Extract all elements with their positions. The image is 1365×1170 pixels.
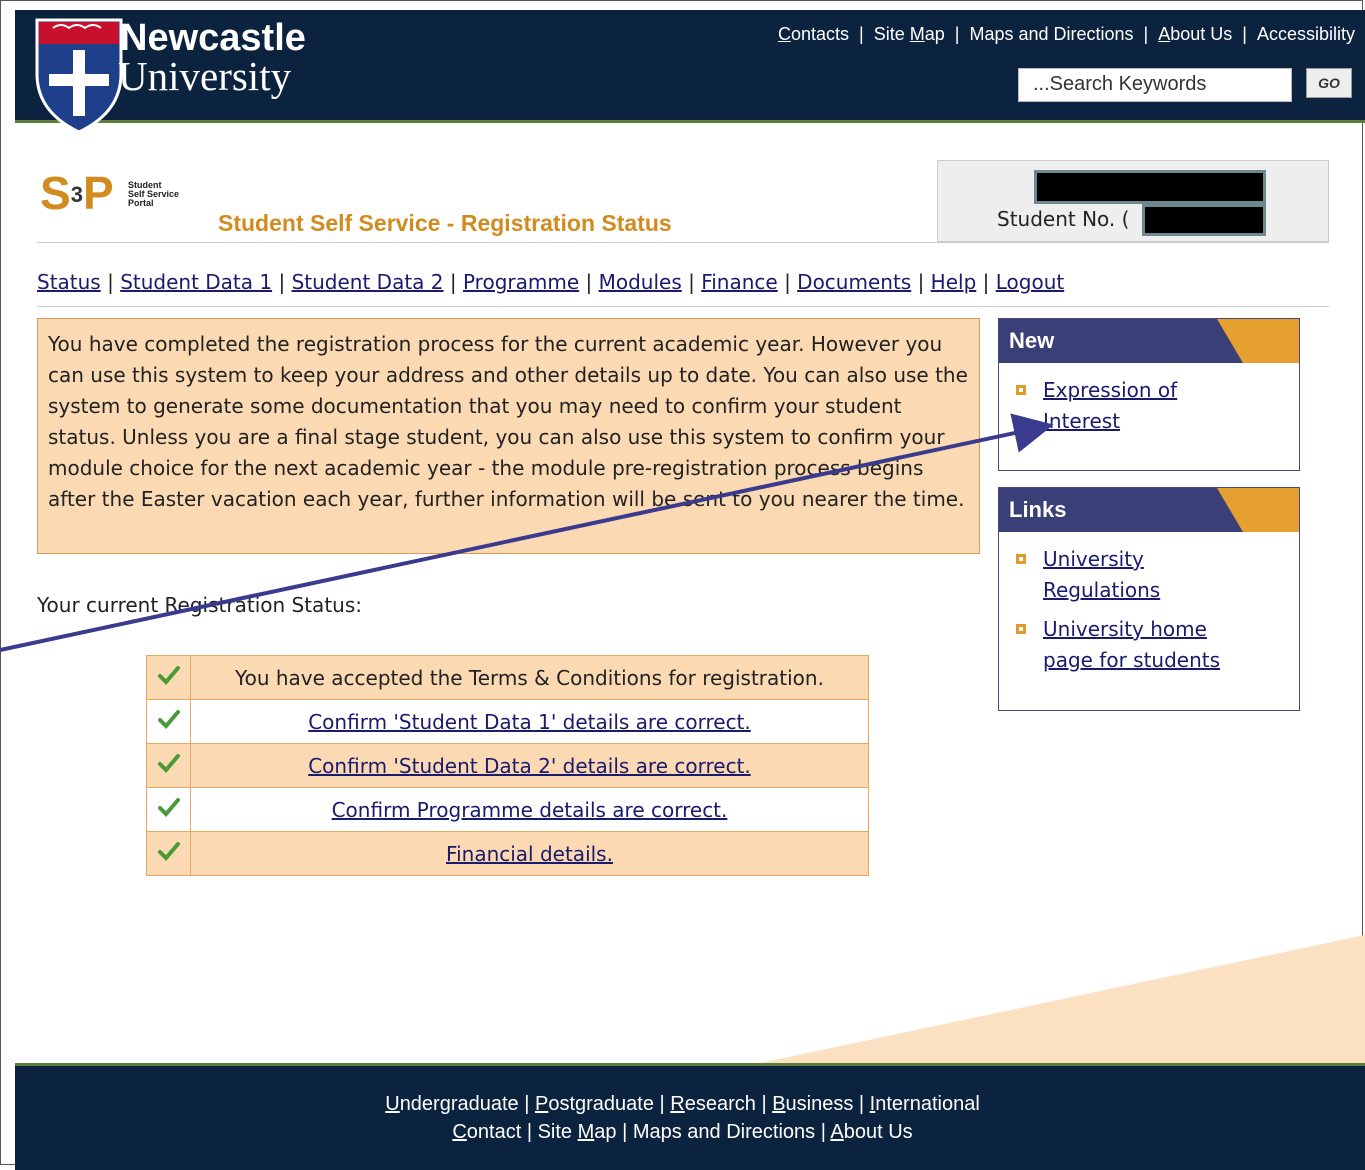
status-row: You have accepted the Terms & Conditions… [146, 655, 869, 700]
nav-programme[interactable]: Programme [463, 270, 579, 294]
check-icon [146, 699, 191, 744]
check-icon [146, 655, 191, 700]
top-link-site-map[interactable]: Site Map [874, 24, 945, 44]
top-links: Contacts | Site Map | Maps and Directions | Ab… [777, 24, 1355, 44]
redacted-student-number [1142, 204, 1266, 236]
sidebar-item: University home page for students [1016, 614, 1299, 676]
top-link-maps-directions[interactable]: Maps and Directions [969, 24, 1133, 44]
university-crest-icon[interactable] [33, 16, 125, 134]
bullet-icon [1016, 624, 1026, 634]
redacted-student-name [1034, 170, 1266, 204]
s3p-logo: S3P [40, 167, 114, 219]
sidebar-links-title: Links [1009, 497, 1067, 522]
sidebar-links: Links University Regulations University … [998, 487, 1300, 711]
confirm-programme-link[interactable]: Confirm Programme details are correct. [332, 798, 728, 822]
sidebar-item: Expression of Interest [1016, 375, 1299, 437]
site-footer: Undergraduate | Postgraduate | Research … [15, 1063, 1365, 1170]
footer-link-undergraduate[interactable]: Undergraduate [385, 1093, 518, 1115]
nav-modules[interactable]: Modules [599, 270, 682, 294]
footer-link-about-us[interactable]: About Us [830, 1121, 912, 1143]
registration-status-label: Your current Registration Status: [37, 593, 362, 617]
nav-help[interactable]: Help [931, 270, 977, 294]
bullet-icon [1016, 385, 1026, 395]
divider [37, 242, 1329, 243]
status-row: Confirm Programme details are correct. [146, 787, 869, 832]
s3p-logo-subtitle: Student Self Service Portal [128, 180, 180, 208]
footer-link-international[interactable]: International [870, 1093, 980, 1115]
header-accent [1217, 488, 1299, 532]
nav-finance[interactable]: Finance [701, 270, 778, 294]
info-message: You have completed the registration proc… [37, 318, 980, 554]
top-link-contacts[interactable]: Contacts [778, 24, 849, 44]
logo-subtitle[interactable]: University [118, 54, 291, 98]
nav-student-data-1[interactable]: Student Data 1 [120, 270, 272, 294]
expression-of-interest-link[interactable]: Expression of Interest [1043, 375, 1223, 437]
sidebar-item: University Regulations [1016, 544, 1299, 606]
nav-student-data-2[interactable]: Student Data 2 [292, 270, 444, 294]
registration-status-table: You have accepted the Terms & Conditions… [146, 655, 869, 876]
status-text: You have accepted the Terms & Conditions… [190, 655, 869, 700]
top-link-about-us[interactable]: About Us [1158, 24, 1232, 44]
page-title: Student Self Service - Registration Stat… [218, 210, 672, 236]
logo-title[interactable]: Newcastle [120, 18, 306, 58]
divider [37, 306, 1329, 307]
sidebar-new: New Expression of Interest [998, 318, 1300, 471]
check-icon [146, 743, 191, 788]
student-number-label: Student No. ( [997, 207, 1130, 231]
status-row: Confirm 'Student Data 2' details are cor… [146, 743, 869, 788]
header-accent [1217, 319, 1299, 363]
site-header: Newcastle University Contacts | Site Map | M… [15, 10, 1365, 134]
financial-details-link[interactable]: Financial details. [446, 842, 613, 866]
status-row: Financial details. [146, 831, 869, 876]
nav-logout[interactable]: Logout [996, 270, 1064, 294]
footer-link-contact[interactable]: Contact [452, 1121, 521, 1143]
search-input[interactable]: ...Search Keywords [1018, 68, 1292, 102]
footer-links: Undergraduate | Postgraduate | Research … [385, 1093, 980, 1143]
confirm-student-data-2-link[interactable]: Confirm 'Student Data 2' details are cor… [308, 754, 751, 778]
university-regulations-link[interactable]: University Regulations [1043, 544, 1193, 606]
sidebar-new-title: New [1009, 328, 1055, 353]
check-icon [146, 831, 191, 876]
status-row: Confirm 'Student Data 1' details are cor… [146, 699, 869, 744]
university-home-page-link[interactable]: University home page for students [1043, 614, 1253, 676]
go-button[interactable]: GO [1306, 68, 1352, 98]
top-link-accessibility[interactable]: Accessibility [1257, 24, 1355, 44]
footer-link-research[interactable]: Research [670, 1093, 756, 1115]
bullet-icon [1016, 554, 1026, 564]
sidebar-new-header: New [999, 319, 1299, 363]
sidebar-links-header: Links [999, 488, 1299, 532]
footer-link-business[interactable]: Business [772, 1093, 853, 1115]
footer-link-postgraduate[interactable]: Postgraduate [535, 1093, 654, 1115]
footer-link-maps-directions[interactable]: Maps and Directions [633, 1121, 815, 1143]
check-icon [146, 787, 191, 832]
main-nav: Status | Student Data 1 | Student Data 2… [37, 270, 1065, 294]
nav-documents[interactable]: Documents [797, 270, 911, 294]
footer-link-site-map[interactable]: Site Map [538, 1121, 617, 1143]
nav-status[interactable]: Status [37, 270, 101, 294]
confirm-student-data-1-link[interactable]: Confirm 'Student Data 1' details are cor… [308, 710, 751, 734]
